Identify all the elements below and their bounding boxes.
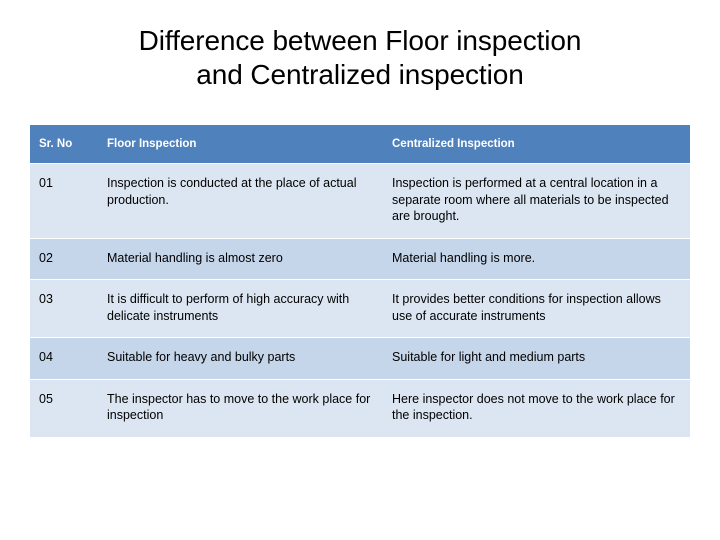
cell-centralized-inspection: Here inspector does not move to the work…	[383, 378, 690, 437]
cell-floor-inspection: It is difficult to perform of high accur…	[98, 279, 383, 338]
cell-sr-no: 05	[30, 378, 98, 437]
slide: Difference between Floor inspection and …	[0, 0, 720, 540]
cell-floor-inspection: Suitable for heavy and bulky parts	[98, 337, 383, 379]
comparison-table-container: Sr. No Floor Inspection Centralized Insp…	[30, 125, 690, 437]
table-body: 01 Inspection is conducted at the place …	[30, 163, 690, 437]
cell-sr-no: 02	[30, 237, 98, 280]
cell-centralized-inspection: Suitable for light and medium parts	[383, 337, 690, 379]
comparison-table: Sr. No Floor Inspection Centralized Insp…	[30, 125, 690, 437]
cell-sr-no: 04	[30, 337, 98, 379]
table-row: 04 Suitable for heavy and bulky parts Su…	[30, 337, 690, 379]
page-title: Difference between Floor inspection and …	[0, 0, 720, 92]
cell-floor-inspection: Inspection is conducted at the place of …	[98, 163, 383, 238]
cell-floor-inspection: The inspector has to move to the work pl…	[98, 378, 383, 437]
cell-sr-no: 01	[30, 163, 98, 238]
table-row: 01 Inspection is conducted at the place …	[30, 163, 690, 238]
table-header: Sr. No Floor Inspection Centralized Insp…	[30, 125, 690, 164]
table-row: 02 Material handling is almost zero Mate…	[30, 237, 690, 280]
cell-centralized-inspection: Inspection is performed at a central loc…	[383, 163, 690, 238]
cell-centralized-inspection: Material handling is more.	[383, 237, 690, 280]
column-header-centralized-inspection: Centralized Inspection	[383, 125, 690, 164]
column-header-sr-no: Sr. No	[30, 125, 98, 164]
table-row: 05 The inspector has to move to the work…	[30, 378, 690, 437]
cell-floor-inspection: Material handling is almost zero	[98, 237, 383, 280]
cell-centralized-inspection: It provides better conditions for inspec…	[383, 279, 690, 338]
column-header-floor-inspection: Floor Inspection	[98, 125, 383, 164]
table-header-row: Sr. No Floor Inspection Centralized Insp…	[30, 125, 690, 164]
cell-sr-no: 03	[30, 279, 98, 338]
page-title-line-2: and Centralized inspection	[196, 59, 524, 91]
table-row: 03 It is difficult to perform of high ac…	[30, 279, 690, 338]
page-title-line-1: Difference between Floor inspection	[138, 25, 582, 56]
